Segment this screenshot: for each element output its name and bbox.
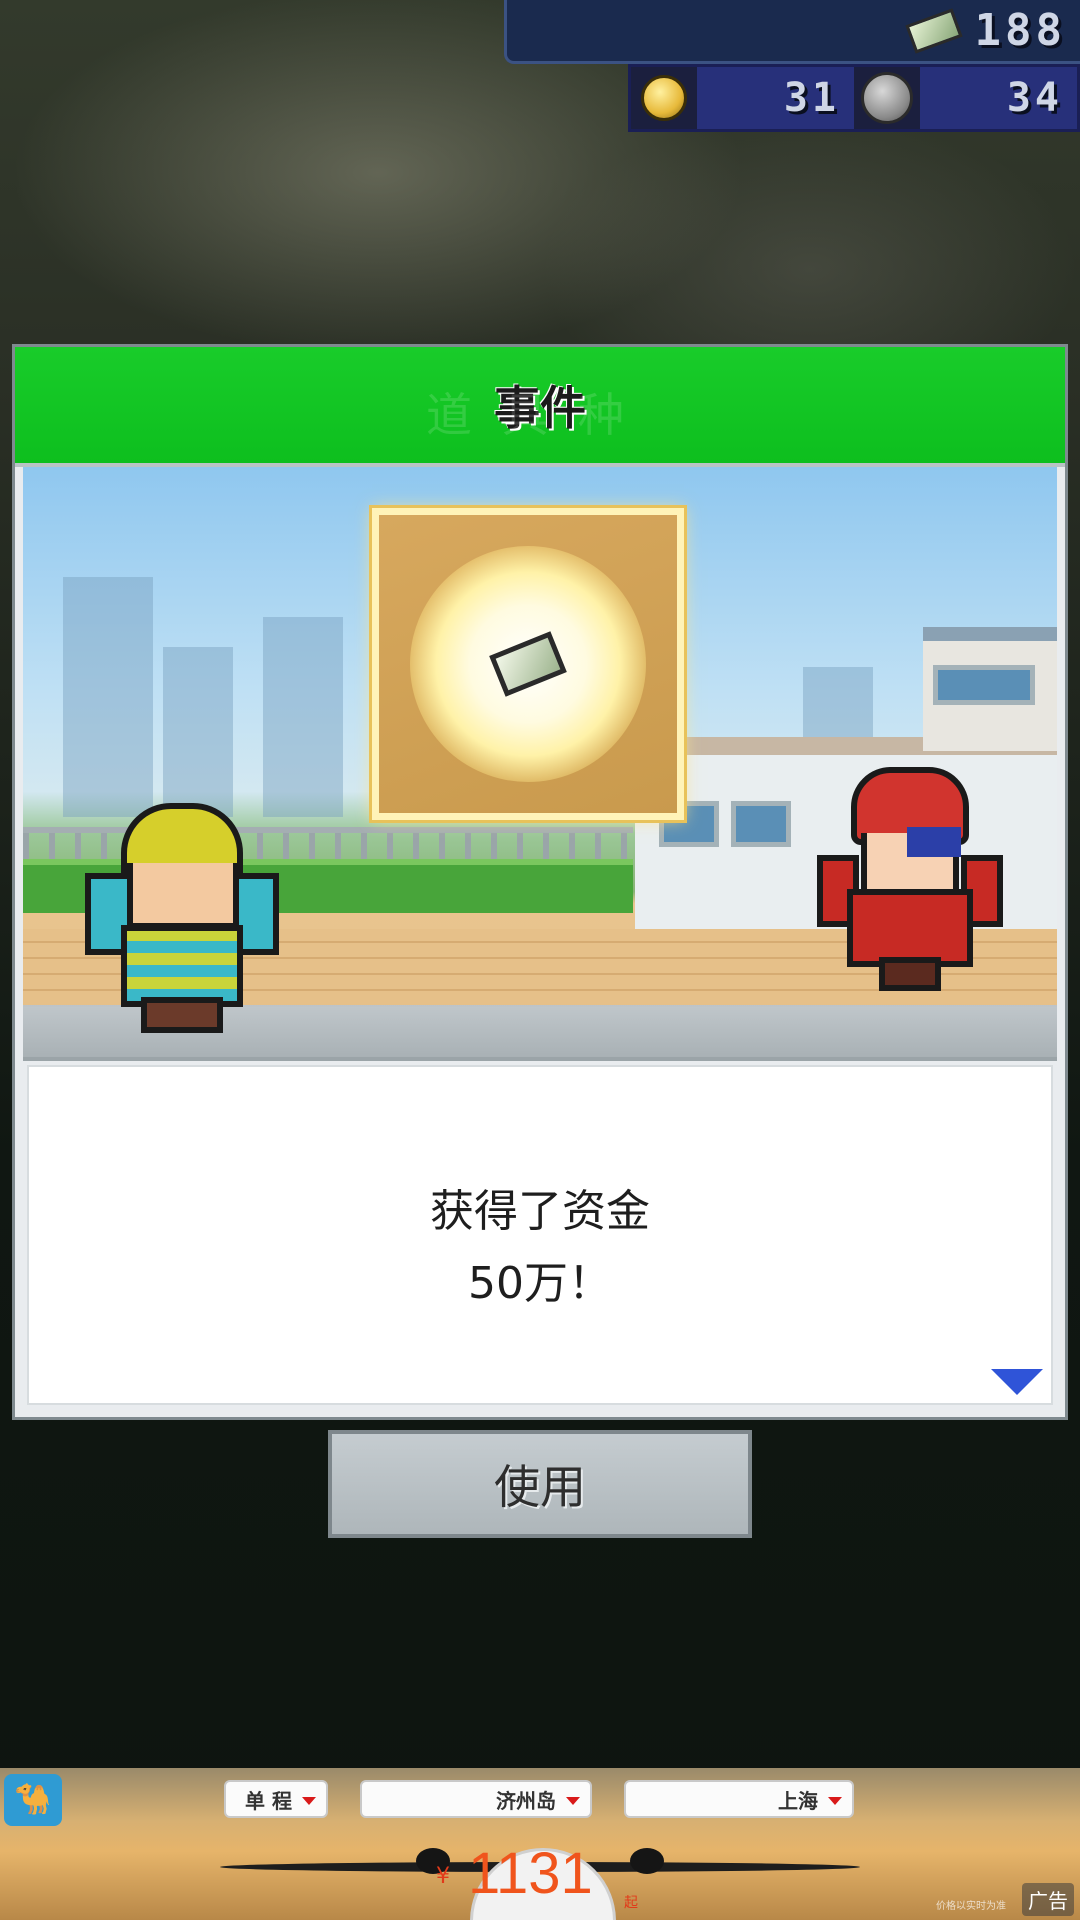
currency-symbol: ¥ (436, 1864, 450, 1889)
glow-burst-icon (410, 546, 646, 782)
ideas-value: 31 (783, 75, 840, 121)
next-arrow-icon[interactable] (991, 1369, 1043, 1395)
station-tower (923, 627, 1057, 751)
ad-tag[interactable]: 广告 (1022, 1883, 1074, 1916)
money-icon (489, 631, 567, 697)
character-worker (85, 803, 279, 1033)
station-window (731, 801, 791, 847)
station-window (933, 665, 1035, 705)
message-line-2: 50万！ (468, 1258, 612, 1309)
destination-select[interactable]: 上海 (624, 1780, 854, 1818)
lightbulb-icon (641, 75, 687, 121)
message-line-1: 获得了资金 (430, 1186, 650, 1237)
use-button-label: 使用 (494, 1460, 586, 1514)
event-dialog: 道具种 事件 获得了资金 50万！ (12, 344, 1068, 1420)
origin-select[interactable]: 济州岛 (360, 1780, 592, 1818)
character-body (121, 925, 243, 1007)
dialog-header: 道具种 事件 (15, 347, 1065, 467)
ad-disclaimer: 价格以实时为准 (936, 1901, 1006, 1912)
camel-logo-icon[interactable]: 🐪 (4, 1774, 62, 1826)
money-counter: 188 (504, 0, 1080, 64)
background-building (63, 577, 153, 817)
lightbulb-icon-box (631, 67, 697, 129)
message-box[interactable]: 获得了资金 50万！ (27, 1065, 1053, 1405)
resource-counters: 31 34 (628, 64, 1080, 132)
ad-price: 1131 (468, 1841, 593, 1906)
character-face (127, 863, 239, 929)
money-value: 188 (974, 5, 1066, 56)
character-hair (907, 827, 961, 857)
character-attendant (817, 767, 1003, 1007)
reward-item-card (372, 508, 684, 820)
trip-type-select[interactable]: 单 程 (224, 1780, 328, 1818)
use-button[interactable]: 使用 (328, 1430, 752, 1538)
medals-value: 34 (1006, 75, 1063, 121)
character-body (847, 889, 973, 967)
price-suffix: 起 (624, 1895, 638, 1911)
character-legs (879, 957, 941, 991)
background-building (163, 647, 233, 817)
character-legs (141, 997, 223, 1033)
medal-icon (861, 72, 913, 124)
airplane-engine (630, 1848, 664, 1874)
ghost-title: 道具种 (426, 388, 654, 442)
ad-banner[interactable]: 🐪 单 程 济州岛 上海 ¥ 1131 起 价格以实时为准 广告 (0, 1768, 1080, 1920)
medal-icon-box (854, 67, 920, 129)
money-icon (904, 7, 963, 54)
background-building (263, 617, 343, 817)
